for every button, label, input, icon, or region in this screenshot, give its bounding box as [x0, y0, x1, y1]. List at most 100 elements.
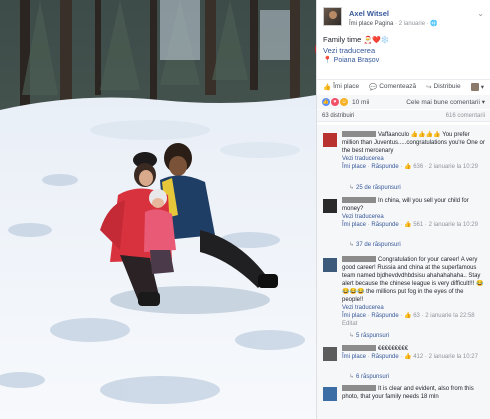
comment-actions: Îmi place · Răspunde · 👍 63 · 2 ianuarie…	[342, 313, 475, 319]
chevron-down-icon[interactable]: ⌄	[477, 9, 484, 18]
comment-item: In china, will you sell your child for m…	[323, 197, 486, 242]
thumbs-up-icon: 👍	[404, 222, 412, 228]
comment-like-button[interactable]: Îmi place	[342, 313, 366, 319]
like-reaction-icon[interactable]: 👍	[322, 98, 330, 106]
reply-arrow-icon: ↳	[349, 185, 355, 191]
love-reaction-icon[interactable]: ♥	[331, 98, 339, 106]
commenter-name-redacted[interactable]	[342, 131, 376, 138]
like-label: Îmi place	[333, 83, 360, 90]
comment-body: Vaffaanculo 👍👍👍👍 You prefer million than…	[342, 131, 486, 171]
comment-like-button[interactable]: Îmi place	[342, 164, 366, 170]
see-translation-link[interactable]: Vezi traducerea	[342, 155, 486, 163]
caret-down-icon: ▾	[480, 83, 484, 91]
share-as-selector[interactable]: ▾	[470, 82, 484, 91]
comment-reply-button[interactable]: Răspunde	[371, 354, 398, 360]
reaction-count[interactable]: 10 mii	[352, 99, 369, 106]
replies-count[interactable]: 25 de răspunsuri	[356, 185, 401, 191]
comment-item: Vaffaanculo 👍👍👍👍 You prefer million than…	[323, 131, 486, 186]
thumbs-up-icon: 👍	[404, 164, 412, 170]
like-button[interactable]: 👍 Îmi place	[323, 83, 359, 91]
comments-count[interactable]: 616 comentarii	[446, 113, 485, 119]
thumbs-up-icon: 👍	[404, 354, 412, 360]
globe-icon: 🌐	[430, 21, 438, 27]
comment-button[interactable]: 💬 Comentează	[369, 83, 416, 91]
post-date[interactable]: 2 ianuarie	[399, 21, 425, 27]
replies-count[interactable]: 5 răspunsuri	[356, 333, 389, 339]
share-button[interactable]: ↪ Distribuie	[426, 83, 461, 91]
comment-label: Comentează	[379, 83, 417, 90]
author-avatar[interactable]	[323, 7, 342, 26]
comment-date[interactable]: 2 ianuarie la 22:58	[425, 313, 474, 319]
comment-actions: Îmi place · Răspunde · 👍 636 · 2 ianuari…	[342, 164, 478, 170]
see-translation-link[interactable]: Vezi traducerea	[323, 46, 483, 56]
reply-arrow-icon: ↳	[349, 374, 355, 380]
post-header: Axel Witsel Îmi place Pagina · 2 ianuari…	[323, 7, 484, 31]
comment-body: €€€€€€€€€ Îmi place · Răspunde · 👍 412 ·…	[342, 345, 486, 361]
comment-like-count[interactable]: 412	[413, 354, 423, 360]
caption-emoji: 🎅❤️❄️	[363, 37, 390, 44]
view-replies-link[interactable]: ↳ 6 răspunsuri	[349, 373, 389, 380]
comment-sort-dropdown[interactable]: Cele mai bune comentarii ▾	[406, 98, 485, 106]
commenter-name-redacted[interactable]	[342, 385, 376, 392]
comment-text: €€€€€€€€€	[378, 346, 409, 352]
comment-reply-button[interactable]: Răspunde	[371, 222, 398, 228]
comment-reply-button[interactable]: Răspunde	[371, 313, 398, 319]
post-photo[interactable]	[0, 0, 316, 419]
view-replies-link[interactable]: ↳ 37 de răspunsuri	[349, 241, 401, 248]
comment-body: In china, will you sell your child for m…	[342, 197, 486, 229]
comments-list: Vaffaanculo 👍👍👍👍 You prefer million than…	[317, 125, 490, 419]
comment-like-button[interactable]: Îmi place	[342, 222, 366, 228]
viewer-avatar	[470, 82, 479, 91]
commenter-name-redacted[interactable]	[342, 197, 376, 204]
comment-actions: Îmi place · Răspunde · 👍 412 · 2 ianuari…	[342, 354, 478, 360]
comment-date[interactable]: 2 ianuarie la 10:29	[429, 222, 478, 228]
comment-body: It is clear and evident, also from this …	[342, 385, 486, 401]
snow-family-photo	[0, 0, 316, 419]
share-icon: ↪	[426, 83, 432, 91]
comment-like-count[interactable]: 636	[413, 164, 423, 170]
author-name[interactable]: Axel Witsel	[349, 9, 389, 18]
commenter-avatar[interactable]	[323, 258, 337, 272]
shares-count[interactable]: 63 distribuiri	[322, 113, 354, 119]
comment-text: Congratulation for your career! A very g…	[342, 257, 484, 303]
comment-item: It is clear and evident, also from this …	[323, 385, 486, 415]
commenter-name-redacted[interactable]	[342, 256, 376, 263]
post-meta: Îmi place Pagina · 2 ianuarie · 🌐	[349, 21, 438, 27]
view-replies-link[interactable]: ↳ 5 răspunsuri	[349, 332, 389, 339]
place-name[interactable]: Poiana Brașov	[334, 57, 380, 64]
post-stats: 63 distribuiri 616 comentarii	[317, 110, 490, 122]
post-side-panel: Axel Witsel Îmi place Pagina · 2 ianuari…	[316, 0, 490, 419]
comment-like-count[interactable]: 63	[413, 313, 420, 319]
view-replies-link[interactable]: ↳ 25 de răspunsuri	[349, 184, 401, 191]
comment-body: Congratulation for your career! A very g…	[342, 256, 486, 328]
place-tag[interactable]: 📍 Poiana Brașov	[323, 56, 483, 66]
commenter-avatar[interactable]	[323, 133, 337, 147]
comment-edited-label[interactable]: Editat	[342, 320, 486, 328]
share-label: Distribuie	[433, 83, 461, 90]
comment-icon: 💬	[369, 83, 378, 91]
replies-count[interactable]: 6 răspunsuri	[356, 374, 389, 380]
thumbs-up-icon: 👍	[404, 313, 412, 319]
pin-icon: 📍	[323, 57, 332, 64]
caption-text: Family time	[323, 35, 362, 44]
comment-actions: Îmi place · Răspunde · 👍 561 · 2 ianuari…	[342, 222, 478, 228]
replies-count[interactable]: 37 de răspunsuri	[356, 242, 401, 248]
comment-date[interactable]: 2 ianuarie la 10:27	[429, 354, 478, 360]
commenter-avatar[interactable]	[323, 387, 337, 401]
comment-item: Congratulation for your career! A very g…	[323, 256, 486, 328]
like-page-link[interactable]: Îmi place Pagina	[349, 21, 393, 27]
see-translation-link[interactable]: Vezi traducerea	[342, 304, 486, 312]
commenter-name-redacted[interactable]	[342, 345, 376, 352]
comment-like-count[interactable]: 561	[413, 222, 423, 228]
comment-like-button[interactable]: Îmi place	[342, 354, 366, 360]
commenter-avatar[interactable]	[323, 347, 337, 361]
commenter-avatar[interactable]	[323, 199, 337, 213]
haha-reaction-icon[interactable]: ☺	[340, 98, 348, 106]
see-translation-link[interactable]: Vezi traducerea	[342, 213, 486, 221]
comment-date[interactable]: 2 ianuarie la 10:29	[429, 164, 478, 170]
post-caption: Family time 🎅❤️❄️ Vezi traducerea 📍 Poia…	[323, 35, 483, 66]
reactions-bar: 👍 ♥ ☺ 10 mii Cele mai bune comentarii ▾	[317, 95, 490, 109]
comment-item: €€€€€€€€€ Îmi place · Răspunde · 👍 412 ·…	[323, 345, 486, 373]
reply-arrow-icon: ↳	[349, 333, 355, 339]
comment-reply-button[interactable]: Răspunde	[371, 164, 398, 170]
